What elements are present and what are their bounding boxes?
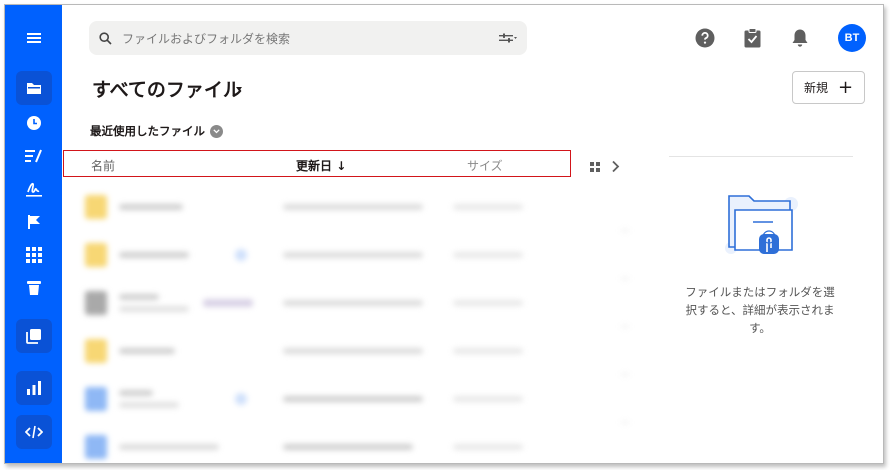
recent-files-label: 最近使用したファイル xyxy=(90,124,205,138)
sidebar-item-apps[interactable] xyxy=(16,238,52,272)
table-row[interactable] xyxy=(63,423,629,463)
chevron-right-icon[interactable] xyxy=(611,160,620,173)
clock-icon xyxy=(27,116,41,130)
folder-icon xyxy=(27,82,41,94)
trash-icon xyxy=(27,281,41,295)
tasks-button[interactable] xyxy=(741,27,763,49)
details-pane-divider xyxy=(669,156,853,157)
column-modified-label: 更新日 xyxy=(296,159,333,173)
chevron-down-icon xyxy=(210,124,223,138)
plus-icon: + xyxy=(837,76,854,98)
table-row[interactable] xyxy=(63,183,629,231)
column-name[interactable]: 名前 xyxy=(91,157,115,174)
new-button[interactable]: 新規 + xyxy=(792,71,865,104)
file-table-header: 名前 更新日 ↓ サイズ xyxy=(63,150,571,177)
help-button[interactable] xyxy=(694,27,716,49)
chart-icon xyxy=(27,381,41,395)
recent-files-toggle[interactable]: 最近使用したファイル xyxy=(90,123,223,139)
sidebar-item-recents[interactable] xyxy=(16,106,52,140)
table-row[interactable] xyxy=(63,279,629,327)
table-row[interactable] xyxy=(63,231,629,279)
signature-icon xyxy=(26,182,42,197)
page-title[interactable]: すべてのファイル xyxy=(92,75,242,102)
sidebar xyxy=(5,5,62,463)
table-row[interactable] xyxy=(63,375,629,423)
menu-icon xyxy=(27,33,41,43)
sidebar-item-insights[interactable] xyxy=(16,371,52,405)
filter-icon xyxy=(499,33,517,43)
notifications-button[interactable] xyxy=(789,27,811,49)
new-button-label: 新規 xyxy=(803,81,828,95)
clipboard-icon xyxy=(744,28,760,48)
sidebar-item-stack[interactable] xyxy=(16,319,52,353)
apps-icon xyxy=(26,247,42,263)
search-input[interactable]: ファイルおよびフォルダを検索 xyxy=(122,30,499,47)
sidebar-item-developer[interactable] xyxy=(16,415,52,449)
menu-button[interactable] xyxy=(16,21,52,55)
app-window: ファイルおよびフォルダを検索 BT すべてのファイル 新規 + 最近使用したファ… xyxy=(4,4,884,464)
sort-down-arrow-icon: ↓ xyxy=(336,159,347,173)
sidebar-item-requests[interactable] xyxy=(16,205,52,239)
list-icon xyxy=(25,149,42,163)
sidebar-item-activity[interactable] xyxy=(16,139,52,173)
sidebar-item-signatures[interactable] xyxy=(16,172,52,206)
column-modified[interactable]: 更新日 ↓ xyxy=(296,157,346,174)
grid-view-icon[interactable] xyxy=(590,162,600,172)
flag-icon xyxy=(28,215,40,229)
sidebar-item-deleted[interactable] xyxy=(16,271,52,305)
search-filter-button[interactable] xyxy=(499,33,517,43)
code-icon xyxy=(25,425,43,439)
folder-touch-illustration-icon xyxy=(725,195,798,254)
file-list xyxy=(63,183,629,463)
sidebar-item-files[interactable] xyxy=(16,71,52,105)
table-row[interactable] xyxy=(63,327,629,375)
help-icon xyxy=(695,28,715,48)
bell-icon xyxy=(792,29,808,47)
search-icon xyxy=(99,31,112,45)
avatar[interactable]: BT xyxy=(838,24,866,52)
title-caret-icon[interactable] xyxy=(236,87,242,91)
stack-icon xyxy=(26,329,41,344)
details-empty-message: ファイルまたはフォルダを選択すると、詳細が表示されます。 xyxy=(685,285,835,335)
search-bar[interactable]: ファイルおよびフォルダを検索 xyxy=(89,21,527,55)
column-size[interactable]: サイズ xyxy=(467,157,503,174)
